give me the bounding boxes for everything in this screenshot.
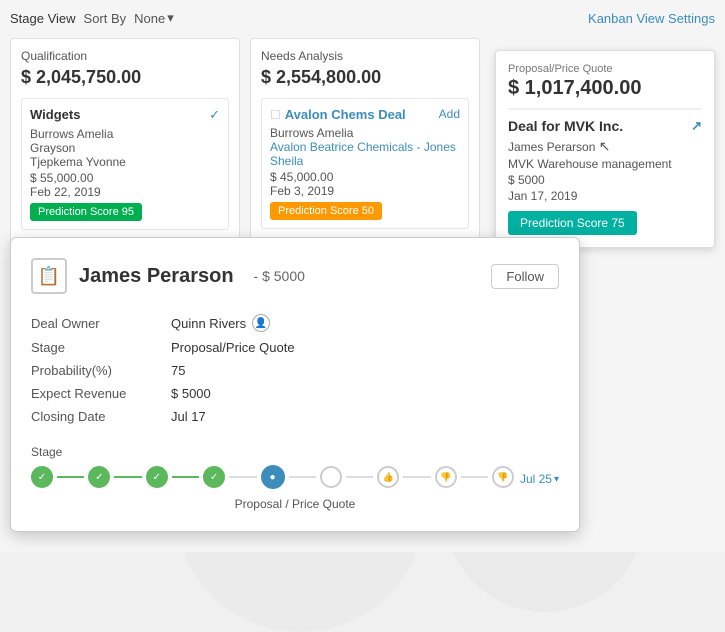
open-icon[interactable]: ↗ <box>691 118 702 134</box>
toolbar-left: Stage View Sort By None ▾ <box>10 10 174 26</box>
card-date-avalon: Feb 3, 2019 <box>270 184 460 198</box>
stage-view-label: Stage View <box>10 11 76 26</box>
stage-dot-9[interactable]: 👎 <box>492 466 514 488</box>
detail-header: 📋 James Perarson - $ 5000 Follow <box>31 258 559 294</box>
field-label-owner: Deal Owner <box>31 316 171 331</box>
proposal-card-total: $ 1,017,400.00 <box>508 77 702 110</box>
stage-dot-3[interactable]: ✓ <box>146 466 168 488</box>
stage-connector-3 <box>172 476 199 478</box>
proposal-deal-name: Deal for MVK Inc. ↗ <box>508 118 702 134</box>
stage-dot-6[interactable] <box>320 466 342 488</box>
field-label-revenue: Expect Revenue <box>31 386 171 401</box>
proposal-desc: MVK Warehouse management <box>508 157 702 171</box>
stage-dot-2[interactable]: ✓ <box>88 466 110 488</box>
add-link[interactable]: Add <box>439 107 460 121</box>
field-label-closing-date: Closing Date <box>31 409 171 424</box>
card-amount: $ 55,000.00 <box>30 171 220 185</box>
field-value-revenue: $ 5000 <box>171 386 211 401</box>
kanban-card-avalon[interactable]: ☐ Avalon Chems Deal Add Burrows Amelia A… <box>261 98 469 229</box>
stage-date[interactable]: Jul 25 ▾ <box>520 472 559 486</box>
detail-fields: Deal Owner Quinn Rivers 👤 Stage Proposal… <box>31 310 559 428</box>
stage-connector-7 <box>403 476 430 478</box>
field-value-closing-date: Jul 17 <box>171 409 206 424</box>
card-amount-avalon: $ 45,000.00 <box>270 170 460 184</box>
stage-connector-1 <box>57 476 84 478</box>
field-row-closing-date: Closing Date Jul 17 <box>31 405 559 428</box>
checkbox-icon[interactable]: ☐ <box>270 108 281 122</box>
field-row-probability: Probability(%) 75 <box>31 359 559 382</box>
stage-connector-5 <box>289 476 316 478</box>
stage-name-label: Proposal / Price Quote <box>31 497 559 511</box>
sort-by-label: Sort By <box>84 11 127 26</box>
stage-connector-8 <box>461 476 488 478</box>
detail-popup: 📋 James Perarson - $ 5000 Follow Deal Ow… <box>10 237 580 532</box>
stage-connector-4 <box>229 476 256 478</box>
field-value-probability: 75 <box>171 363 185 378</box>
field-label-probability: Probability(%) <box>31 363 171 378</box>
card-person-avalon: Burrows Amelia <box>270 126 460 140</box>
field-value-stage: Proposal/Price Quote <box>171 340 295 355</box>
col-title-needs-analysis: Needs Analysis <box>261 49 469 63</box>
check-icon: ✓ <box>209 107 220 123</box>
deal-icon: 📋 <box>31 258 67 294</box>
stage-dot-8[interactable]: 👎 <box>435 466 457 488</box>
stage-connector-6 <box>346 476 373 478</box>
field-row-owner: Deal Owner Quinn Rivers 👤 <box>31 310 559 336</box>
stage-dot-7[interactable]: 👍 <box>377 466 399 488</box>
follow-button[interactable]: Follow <box>491 264 559 289</box>
prediction-badge-proposal: Prediction Score 75 <box>508 211 637 235</box>
card-person-3: Tjepkema Yvonne <box>30 155 220 169</box>
user-icon: 👤 <box>252 314 270 332</box>
proposal-date: Jan 17, 2019 <box>508 189 702 203</box>
prediction-badge: Prediction Score 95 <box>30 203 142 221</box>
prediction-badge-avalon: Prediction Score 50 <box>270 202 382 220</box>
card-title: Widgets <box>30 107 80 122</box>
kanban-settings-link[interactable]: Kanban View Settings <box>588 11 715 26</box>
stage-section-label: Stage <box>31 445 62 459</box>
col-total-qualification: $ 2,045,750.00 <box>21 67 229 88</box>
kanban-toolbar: Stage View Sort By None ▾ Kanban View Se… <box>10 10 715 26</box>
detail-title: James Perarson <box>79 265 234 288</box>
chevron-down-icon: ▾ <box>167 10 174 26</box>
kanban-card[interactable]: Widgets ✓ Burrows Amelia Grayson Tjepkem… <box>21 98 229 230</box>
field-row-revenue: Expect Revenue $ 5000 <box>31 382 559 405</box>
proposal-card-title: Proposal/Price Quote <box>508 63 702 75</box>
field-value-owner: Quinn Rivers 👤 <box>171 314 270 332</box>
stage-dot-4[interactable]: ✓ <box>203 466 225 488</box>
proposal-person: James Perarson ↖ <box>508 138 702 155</box>
card-sub-avalon: Avalon Beatrice Chemicals - Jones Sheila <box>270 140 460 168</box>
card-title-link[interactable]: Avalon Chems Deal <box>285 107 406 122</box>
col-total-needs-analysis: $ 2,554,800.00 <box>261 67 469 88</box>
detail-subtitle: - $ 5000 <box>254 268 305 284</box>
card-person-1: Burrows Amelia <box>30 127 220 141</box>
chevron-down-icon: ▾ <box>554 474 559 485</box>
sort-dropdown[interactable]: None ▾ <box>134 10 174 26</box>
card-date: Feb 22, 2019 <box>30 185 220 199</box>
field-label-stage: Stage <box>31 340 171 355</box>
stage-connector-2 <box>114 476 141 478</box>
proposal-amount: $ 5000 <box>508 173 702 187</box>
cursor-icon: ↖ <box>599 138 611 154</box>
stage-dot-5[interactable]: ● <box>261 465 285 489</box>
card-person-2: Grayson <box>30 141 220 155</box>
stage-dot-1[interactable]: ✓ <box>31 466 53 488</box>
col-title-qualification: Qualification <box>21 49 229 63</box>
field-row-stage: Stage Proposal/Price Quote <box>31 336 559 359</box>
stage-progress: Stage ✓ ✓ ✓ ✓ ● 👍 👎 👎 <box>31 444 559 511</box>
stage-dots: ✓ ✓ ✓ ✓ ● 👍 👎 👎 <box>31 465 514 489</box>
proposal-card-popup: Proposal/Price Quote $ 1,017,400.00 Deal… <box>495 50 715 248</box>
